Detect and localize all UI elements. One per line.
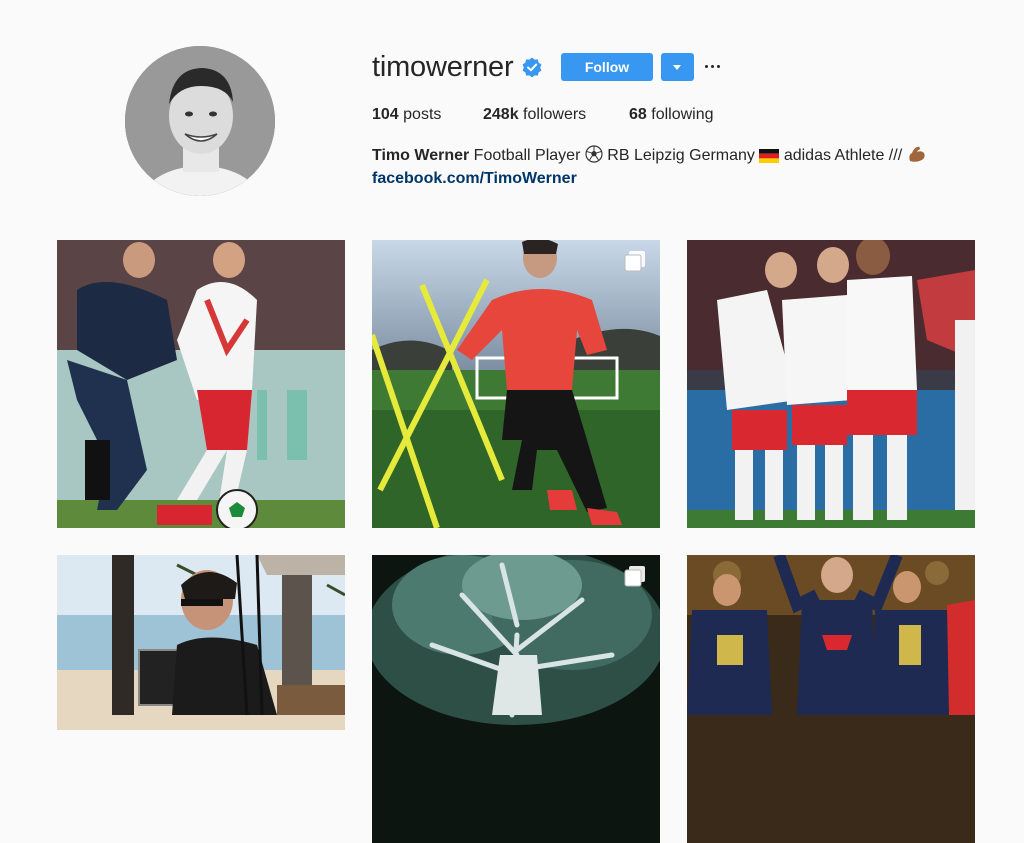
- multiple-photos-icon: [624, 251, 645, 272]
- profile-username: timowerner: [372, 51, 514, 83]
- posts-count: 104: [372, 106, 399, 123]
- following-label: following: [651, 106, 714, 123]
- post-thumbnail[interactable]: [687, 555, 975, 843]
- suggestions-dropdown-button[interactable]: [661, 53, 694, 81]
- profile-full-name: Timo Werner: [372, 147, 470, 164]
- post-thumbnail[interactable]: [372, 555, 660, 843]
- soccer-ball-icon: [585, 145, 603, 163]
- verified-badge-icon: [522, 57, 542, 77]
- profile-website-link[interactable]: facebook.com/TimoWerner: [372, 168, 577, 190]
- post-thumbnail[interactable]: [687, 240, 975, 528]
- bio-text-2: RB Leipzig Germany: [607, 147, 755, 164]
- following-count: 68: [629, 106, 647, 123]
- post-thumbnail[interactable]: [57, 555, 345, 843]
- following-link[interactable]: 68 following: [629, 105, 714, 125]
- more-options-icon[interactable]: [704, 56, 722, 76]
- follow-button[interactable]: Follow: [561, 53, 653, 81]
- post-thumbnail[interactable]: [57, 240, 345, 528]
- profile-avatar[interactable]: [125, 46, 275, 196]
- chevron-down-icon: [673, 65, 681, 70]
- bio-text-3: adidas Athlete ///: [783, 147, 903, 164]
- posts-label: posts: [403, 106, 442, 123]
- followers-link[interactable]: 248k followers: [483, 105, 586, 125]
- bio-text-1: Football Player: [473, 147, 581, 164]
- profile-bio: Timo Werner Football Player RB Leipzig G…: [372, 145, 927, 167]
- germany-flag-icon: [759, 149, 780, 163]
- followers-label: followers: [523, 106, 587, 123]
- posts-count-stat: 104 posts: [372, 105, 441, 125]
- flexed-biceps-icon: [908, 146, 925, 162]
- followers-count: 248k: [483, 106, 519, 123]
- multiple-photos-icon: [624, 566, 645, 587]
- post-thumbnail[interactable]: [372, 240, 660, 528]
